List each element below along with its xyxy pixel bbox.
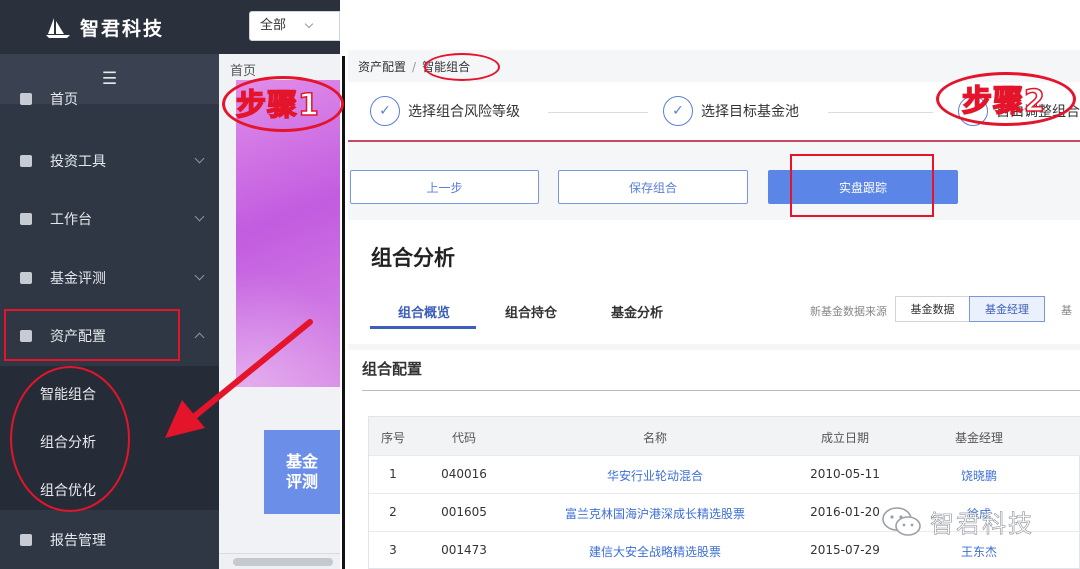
step-label: 选择组合风险等级 [408, 104, 520, 120]
source-option-fund-data[interactable]: 基金数据 [895, 296, 970, 322]
cell-index: 2 [389, 505, 397, 519]
composite-tutorial-screenshot: 智君科技 ☰ 首页 投资工具 工作台 基金评测 资产配置 智能组合 组合分析 组… [0, 0, 1080, 569]
data-source-label: 新基金数据来源 [810, 305, 887, 318]
table-header: 序号 代码 名称 成立日期 基金经理 [369, 417, 1080, 455]
sidebar-item-workbench[interactable]: 工作台 [0, 199, 219, 239]
chevron-down-icon [194, 211, 205, 222]
sidebar-item-label: 工作台 [50, 212, 92, 228]
cell-manager-link[interactable]: 饶晓鹏 [961, 467, 997, 484]
panel-separator [348, 344, 1080, 350]
breadcrumb-home[interactable]: 首页 [230, 60, 256, 79]
column-header: 名称 [642, 431, 668, 445]
sidebar-item-label: 首页 [50, 92, 78, 108]
fund-eval-tile[interactable]: 基金 评测 [264, 430, 340, 514]
monitor-icon [20, 213, 32, 225]
source-option-fund-manager[interactable]: 基金经理 [969, 296, 1045, 322]
cell-code: 040016 [441, 467, 487, 481]
chevron-down-icon [194, 270, 205, 281]
cell-index: 3 [389, 543, 397, 557]
cell-date: 2016-01-20 [810, 505, 880, 519]
active-tab-indicator [370, 326, 476, 329]
filter-select-value: 全部 [260, 18, 287, 33]
cell-manager-link[interactable]: 王东杰 [961, 543, 997, 560]
sidebar-item-home[interactable]: 首页 [0, 84, 219, 114]
chevron-down-icon [194, 153, 205, 164]
sidebar-item-label: 基金评测 [50, 271, 106, 287]
section-title: 组合配置 [362, 360, 423, 378]
cell-fund-name-link[interactable]: 建信大安全战略精选股票 [589, 543, 721, 560]
sidebar-item-label: 报告管理 [50, 533, 106, 549]
step-connector [828, 112, 933, 113]
step-connector [548, 112, 648, 113]
sidebar-item-reports[interactable]: 报告管理 [0, 520, 219, 560]
breadcrumb-separator: / [412, 60, 417, 74]
right-screenshot: 资产配置 / 智能组合 ✓ 选择组合风险等级 ✓ 选择目标基金池 ✓ 自由调整组合 … [348, 50, 1080, 569]
section-divider [362, 390, 1080, 391]
tab-overview[interactable]: 组合概览 [398, 302, 450, 321]
sidebar-item-invest-tools[interactable]: 投资工具 [0, 141, 219, 181]
prev-step-button[interactable]: 上一步 [350, 170, 539, 204]
annotation-ellipse-breadcrumb [424, 53, 500, 81]
annotation-step1-label: 步骤1 [235, 87, 320, 124]
logo-text: 智君科技 [80, 17, 165, 40]
sidebar-item-label: 投资工具 [50, 154, 106, 170]
logo-bar: 智君科技 [0, 0, 219, 54]
table-row: 1 040016 华安行业轮动混合 2010-05-11 饶晓鹏 [369, 455, 1080, 493]
cell-date: 2015-07-29 [810, 543, 880, 557]
watermark: 智君科技 [880, 504, 1034, 539]
step-2: ✓ 选择目标基金池 [663, 96, 799, 126]
filter-select[interactable]: 全部 [249, 11, 325, 41]
document-icon [20, 272, 32, 284]
step-1: ✓ 选择组合风险等级 [370, 96, 520, 126]
breadcrumb-item[interactable]: 资产配置 [358, 60, 406, 74]
cell-date: 2010-05-11 [810, 467, 880, 481]
column-header: 基金经理 [954, 431, 1004, 445]
check-icon: ✓ [370, 96, 400, 126]
banner-decoration [236, 250, 340, 387]
cell-code: 001473 [441, 543, 487, 557]
column-header: 成立日期 [820, 431, 870, 445]
box-icon [20, 155, 32, 167]
step-label: 选择目标基金池 [701, 104, 799, 120]
page-title: 组合分析 [371, 246, 455, 270]
sidebar-item-fund-eval[interactable]: 基金评测 [0, 258, 219, 298]
chevron-down-icon [304, 19, 314, 29]
fund-eval-tile-label: 基金 评测 [285, 452, 318, 491]
annotation-ellipse-submenu [10, 366, 130, 512]
annotation-step2-label: 步骤2 [961, 83, 1046, 120]
save-portfolio-button[interactable]: 保存组合 [558, 170, 748, 204]
annotation-rect-live-tracking [790, 154, 934, 217]
tab-bar: 组合概览 组合持仓 基金分析 新基金数据来源 基金数据 基金经理 基 [370, 296, 1080, 329]
check-icon: ✓ [663, 96, 693, 126]
tab-holdings[interactable]: 组合持仓 [505, 302, 557, 321]
cell-code: 001605 [441, 505, 487, 519]
wechat-icon [882, 506, 921, 536]
cell-index: 1 [389, 467, 397, 481]
report-icon [20, 534, 32, 546]
top-bar: 全部 [219, 0, 340, 54]
chevron-up-icon [194, 332, 205, 343]
horizontal-scrollbar[interactable] [219, 553, 340, 569]
cell-fund-name-link[interactable]: 富兰克林国海沪港深成长精选股票 [565, 505, 745, 522]
column-header: 代码 [451, 431, 477, 445]
data-source-tail: 基 [1061, 304, 1072, 317]
search-input[interactable] [322, 11, 340, 41]
screenshot-divider [342, 56, 345, 569]
watermark-text: 智君科技 [930, 510, 1034, 539]
column-header: 序号 [380, 431, 406, 445]
annotation-rect-asset-allocation [4, 309, 180, 361]
sail-logo-icon [46, 18, 70, 38]
tab-fund-analysis[interactable]: 基金分析 [611, 302, 663, 321]
home-icon [20, 93, 32, 105]
portfolio-table: 序号 代码 名称 成立日期 基金经理 1 040016 华安行业轮动混合 201… [368, 416, 1080, 569]
cell-fund-name-link[interactable]: 华安行业轮动混合 [607, 467, 703, 484]
scrollbar-thumb[interactable] [233, 558, 333, 566]
